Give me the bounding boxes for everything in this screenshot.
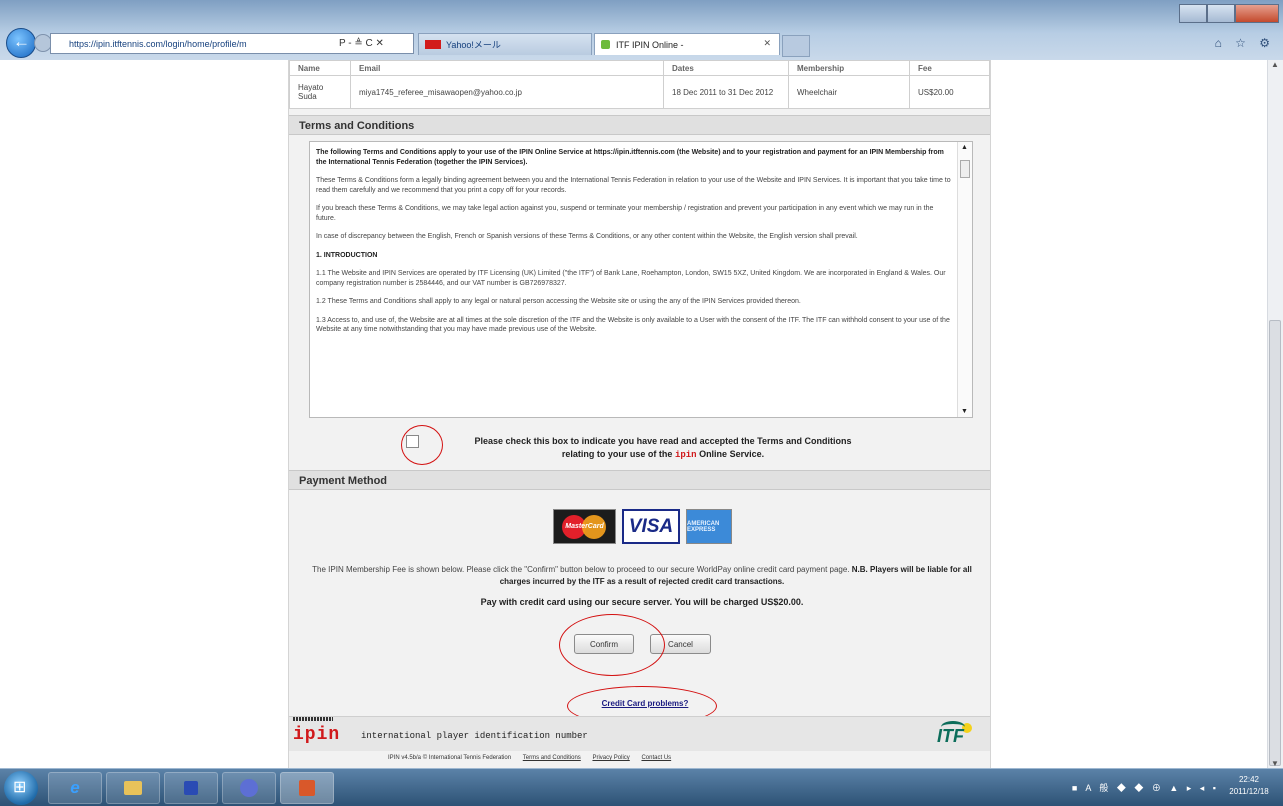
agree-line-2: relating to your use of the ipin Online … [438,448,888,462]
tab-itf-ipin[interactable]: ITF IPIN Online - ✕ [594,33,780,55]
fee-info: The IPIN Membership Fee is shown below. … [309,564,975,588]
back-button[interactable]: ← [6,28,36,58]
header-fee: Fee [909,60,990,76]
cell-membership: Wheelchair [788,75,910,109]
mastercard-text: MasterCard [565,523,604,530]
tab-yahoo-mail[interactable]: Yahoo!メール [418,33,592,55]
browser-tools[interactable]: ⌂ ☆ ⚙ [1215,36,1275,50]
terms-text: The following Terms and Conditions apply… [316,148,952,344]
table-header-row: Name Email Dates Membership Fee [289,60,990,76]
table-row: Hayato Suda miya1745_referee_misawaopen@… [289,75,990,109]
ipin-logo-text: ipin [293,725,341,745]
terms-para: If you breach these Terms & Conditions, … [316,205,934,222]
cell-dates: 18 Dec 2011 to 31 Dec 2012 [663,75,789,109]
header-email: Email [350,60,664,76]
footer-links: IPIN v4.5b/a © International Tennis Fede… [388,755,671,761]
window-title-ghost [18,8,248,18]
itf-logo: ITF [937,721,965,746]
cell-name: Hayato Suda [289,75,351,109]
system-tray[interactable]: ■ A 般 ◆ ◆ ⊕ ▲ ▸ ◂ ▪ [1072,781,1219,794]
taskbar-paint[interactable] [280,772,334,804]
ipin-favicon-icon [601,40,610,49]
charge-text: Pay with credit card using our secure se… [480,597,804,607]
address-url[interactable]: https://ipin.itftennis.com/login/home/pr… [69,39,335,49]
tab-label: Yahoo!メール [446,40,501,50]
close-window-button[interactable] [1235,4,1279,23]
fee-info-text: The IPIN Membership Fee is shown below. … [312,565,850,574]
web-page: Name Email Dates Membership Fee Hayato S… [0,60,1268,768]
page-footer: ipin international player identification… [289,716,990,751]
agree-line-1: Please check this box to indicate you ha… [474,436,852,446]
taskbar-explorer[interactable] [106,772,160,804]
membership-table: Name Email Dates Membership Fee Hayato S… [289,60,990,109]
address-controls[interactable]: P - ≜ C ✕ [339,38,384,49]
scroll-thumb[interactable] [960,160,970,178]
media-icon [184,781,198,795]
maximize-button[interactable] [1207,4,1235,23]
footer-link-contact[interactable]: Contact Us [641,755,671,761]
barcode-icon [293,717,333,721]
scroll-down-icon[interactable]: ▼ [1271,759,1279,768]
agree-post: Online Service. [699,449,765,459]
folder-icon [124,781,142,795]
agree-ipin: ipin [674,450,697,460]
visa-logo: VISA [622,509,680,544]
payment-heading: Payment Method [289,470,990,490]
accept-terms-label: Please check this box to indicate you ha… [438,435,888,462]
content-column: Name Email Dates Membership Fee Hayato S… [288,60,991,768]
terms-textbox[interactable]: The following Terms and Conditions apply… [309,141,973,418]
mastercard-logo: MasterCard [553,509,616,544]
terms-para: In case of discrepancy between the Engli… [316,233,858,240]
annotation-circle-checkbox [401,425,443,465]
scroll-up-icon[interactable]: ▲ [961,144,968,151]
footer-link-terms[interactable]: Terms and Conditions [523,755,581,761]
terms-heading: Terms and Conditions [289,115,990,135]
ipin-tagline: international player identification numb… [361,731,588,741]
yahoo-favicon-icon [425,40,441,49]
footer-copyright: © International Tennis Federation [422,755,512,761]
window-controls [1179,4,1279,23]
terms-scrollbar[interactable]: ▲ ▼ [957,142,972,417]
taskbar-media[interactable] [164,772,218,804]
close-tab-icon[interactable]: ✕ [763,38,771,49]
taskbar-ie[interactable]: e [48,772,102,804]
scroll-up-icon[interactable]: ▲ [1271,60,1279,69]
footer-link-privacy[interactable]: Privacy Policy [592,755,629,761]
card-logos: MasterCard VISA AMERICAN EXPRESS [553,509,732,544]
agree-pre: relating to your use of the [561,449,673,459]
paint-icon [299,780,315,796]
ie-icon: e [70,778,80,797]
terms-para: These Terms & Conditions form a legally … [316,177,951,194]
clock-time: 22:42 [1238,775,1260,784]
windows-logo-icon: ⊞ [13,779,27,796]
terms-para: 1.1 The Website and IPIN Services are op… [316,270,946,287]
address-bar[interactable]: https://ipin.itftennis.com/login/home/pr… [50,33,414,54]
start-button[interactable]: ⊞ [4,771,38,805]
minimize-button[interactable] [1179,4,1207,23]
clock-date: 2011/12/18 [1229,787,1269,796]
terms-para: 1.2 These Terms and Conditions shall app… [316,298,801,305]
terms-para: 1.3 Access to, and use of, the Website a… [316,316,950,334]
cell-fee: US$20.00 [909,75,990,109]
footer-version: IPIN v4.5b/a [388,755,422,761]
ipin-logo: ipin [293,717,341,745]
header-dates: Dates [663,60,789,76]
taskbar-music[interactable] [222,772,276,804]
header-name: Name [289,60,351,76]
windows-taskbar: ⊞ e ■ A 般 ◆ ◆ ⊕ ▲ ▸ ◂ ▪ 22:42 2011/12/18 [0,768,1283,806]
annotation-circle-confirm [559,614,665,676]
cell-email: miya1745_referee_misawaopen@yahoo.co.jp [350,75,664,109]
scroll-thumb[interactable] [1269,320,1281,766]
music-icon [240,779,258,797]
terms-intro: The following Terms and Conditions apply… [316,149,944,166]
header-membership: Membership [788,60,910,76]
amex-logo: AMERICAN EXPRESS [686,509,732,544]
taskbar-clock[interactable]: 22:42 2011/12/18 [1223,774,1275,798]
back-arrow-icon: ← [13,32,30,51]
scroll-down-icon[interactable]: ▼ [961,408,968,415]
terms-section-title: 1. INTRODUCTION [316,251,378,259]
page-scrollbar[interactable]: ▲ ▼ [1267,60,1283,768]
new-tab-button[interactable] [782,35,810,57]
tab-label: ITF IPIN Online - [616,39,684,50]
